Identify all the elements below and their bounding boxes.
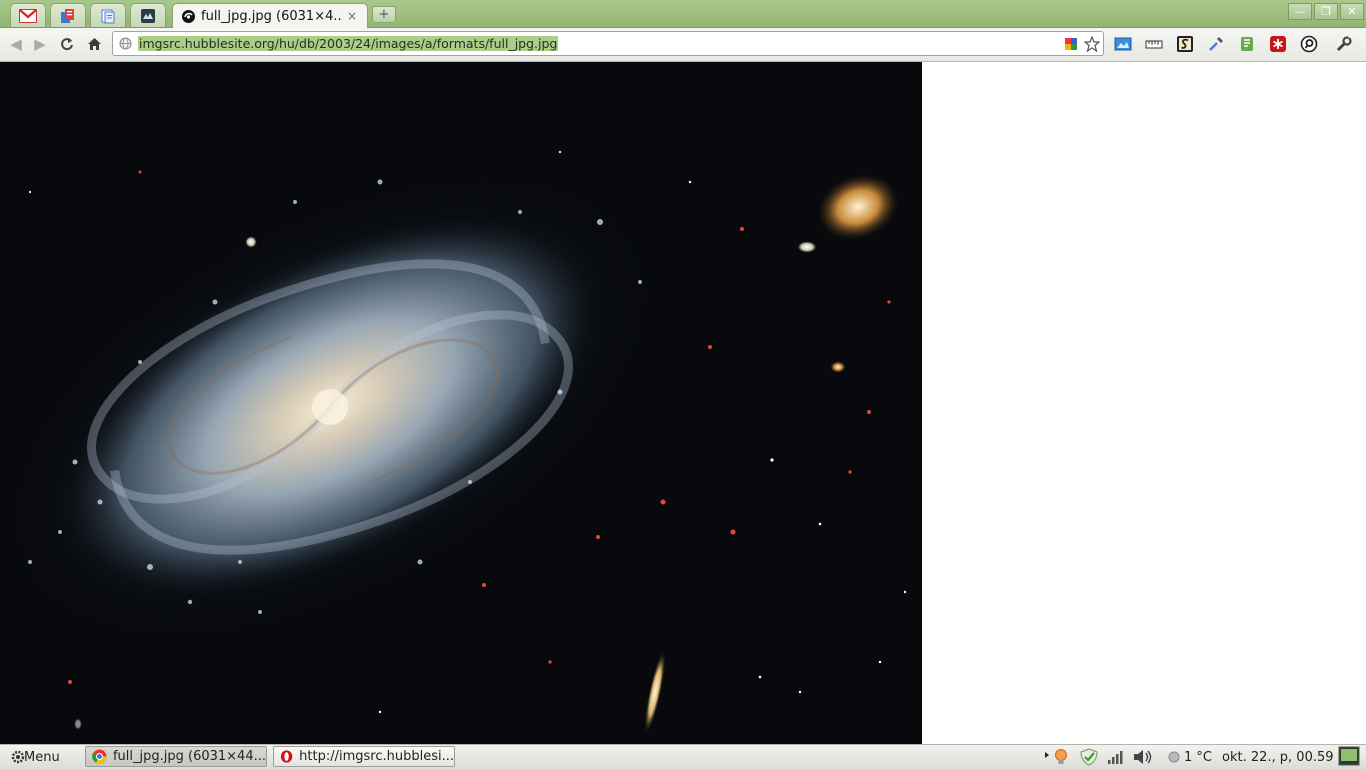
- forward-icon: ▶: [34, 35, 46, 53]
- gear-icon: [11, 750, 25, 764]
- tab-title: full_jpg.jpg (6031×4...: [201, 8, 343, 24]
- chrome-icon: [92, 749, 107, 764]
- colorful-extension-icon[interactable]: [1063, 36, 1079, 52]
- s-extension-icon: [1177, 36, 1193, 52]
- tray-weather[interactable]: [1031, 748, 1051, 766]
- restore-button[interactable]: ❐: [1314, 3, 1338, 20]
- extension-lastpass[interactable]: [1269, 35, 1287, 53]
- gmail-icon: [19, 8, 37, 23]
- galaxy-image: [0, 62, 922, 744]
- wrench-icon: [1336, 35, 1352, 52]
- taskbar-item-label: full_jpg.jpg (6031×44...: [112, 749, 266, 764]
- back-button[interactable]: ◀: [5, 34, 27, 54]
- extension-picture[interactable]: [1114, 35, 1132, 53]
- desktop-icon: [1338, 746, 1360, 766]
- taskbar: Menu full_jpg.jpg (6031×44... http://img…: [0, 744, 1366, 769]
- taskbar-item-opera[interactable]: http://imgsrc.hubblesi...: [273, 746, 455, 767]
- clock-text: okt. 22., p, 00.59: [1222, 749, 1334, 765]
- opera-icon: [280, 750, 293, 763]
- home-button[interactable]: [83, 34, 105, 54]
- extension-eyedropper[interactable]: [1207, 35, 1225, 53]
- shield-check-icon: [1080, 748, 1098, 766]
- address-bar[interactable]: imgsrc.hubblesite.org/hu/db/2003/24/imag…: [112, 31, 1104, 56]
- volume-icon: [1134, 750, 1152, 764]
- signal-icon: [1108, 751, 1123, 764]
- settings-wrench-button[interactable]: [1335, 35, 1353, 53]
- temperature-text: 1 °C: [1184, 749, 1212, 765]
- weather-dot-icon: [1168, 751, 1180, 763]
- lastpass-icon: [1270, 36, 1286, 52]
- close-icon: ✕: [1347, 5, 1357, 18]
- browser-toolbar: ◀ ▶ imgsrc.hubblesite.org/hu/db/2003/24/…: [0, 28, 1366, 62]
- new-tab-button[interactable]: +: [372, 6, 396, 23]
- tab-close-icon[interactable]: ×: [347, 9, 357, 23]
- globe-icon: [119, 37, 132, 50]
- minimize-button[interactable]: —: [1288, 3, 1312, 20]
- pinned-tab-docs[interactable]: [90, 3, 126, 27]
- pinned-tab-shared-docs[interactable]: [50, 3, 86, 27]
- reload-icon: [61, 38, 73, 51]
- tray-volume[interactable]: [1133, 748, 1153, 766]
- picture-extension-icon: [1114, 37, 1132, 51]
- eyedropper-icon: [1209, 37, 1223, 51]
- extension-search[interactable]: [1300, 35, 1318, 53]
- close-button[interactable]: ✕: [1340, 3, 1364, 20]
- forward-button[interactable]: ▶: [29, 34, 51, 54]
- shared-docs-icon: [61, 8, 74, 23]
- tab-active[interactable]: full_jpg.jpg (6031×4... ×: [172, 3, 368, 28]
- tray-clock[interactable]: okt. 22., p, 00.59: [1222, 748, 1334, 766]
- tray-signal[interactable]: [1107, 748, 1123, 766]
- page-favicon-icon: [182, 9, 195, 23]
- extension-s[interactable]: [1176, 35, 1194, 53]
- search-extension-icon: [1300, 35, 1318, 53]
- extension-evernote[interactable]: [1238, 35, 1256, 53]
- taskbar-item-chrome[interactable]: full_jpg.jpg (6031×44...: [85, 746, 267, 767]
- tray-shield[interactable]: [1079, 748, 1099, 766]
- pinned-tab-gmail[interactable]: [10, 3, 46, 27]
- bookmark-star-icon[interactable]: [1084, 36, 1100, 52]
- minimize-icon: —: [1294, 5, 1306, 18]
- app-icon: [141, 8, 155, 23]
- start-menu-button[interactable]: Menu: [6, 747, 60, 767]
- page-content: [0, 62, 1366, 744]
- taskbar-item-label: http://imgsrc.hubblesi...: [299, 749, 454, 764]
- url-text[interactable]: imgsrc.hubblesite.org/hu/db/2003/24/imag…: [138, 36, 559, 51]
- evernote-icon: [1241, 37, 1253, 51]
- home-icon: [87, 38, 101, 50]
- bulb-icon: [1055, 749, 1067, 764]
- tray-temperature[interactable]: 1 °C: [1168, 748, 1212, 766]
- pinned-tab-app[interactable]: [130, 3, 166, 27]
- extension-ruler[interactable]: [1145, 35, 1163, 53]
- docs-icon: [101, 9, 115, 23]
- tab-strip: full_jpg.jpg (6031×4... × + — ❐ ✕: [0, 0, 1366, 28]
- reload-button[interactable]: [56, 34, 78, 54]
- menu-label: Menu: [24, 749, 60, 765]
- back-icon: ◀: [10, 35, 22, 53]
- weather-icon: [1031, 750, 1049, 765]
- restore-icon: ❐: [1321, 5, 1331, 18]
- show-desktop-button[interactable]: [1338, 746, 1360, 766]
- tray-bulb[interactable]: [1053, 748, 1069, 766]
- ruler-extension-icon: [1145, 40, 1163, 49]
